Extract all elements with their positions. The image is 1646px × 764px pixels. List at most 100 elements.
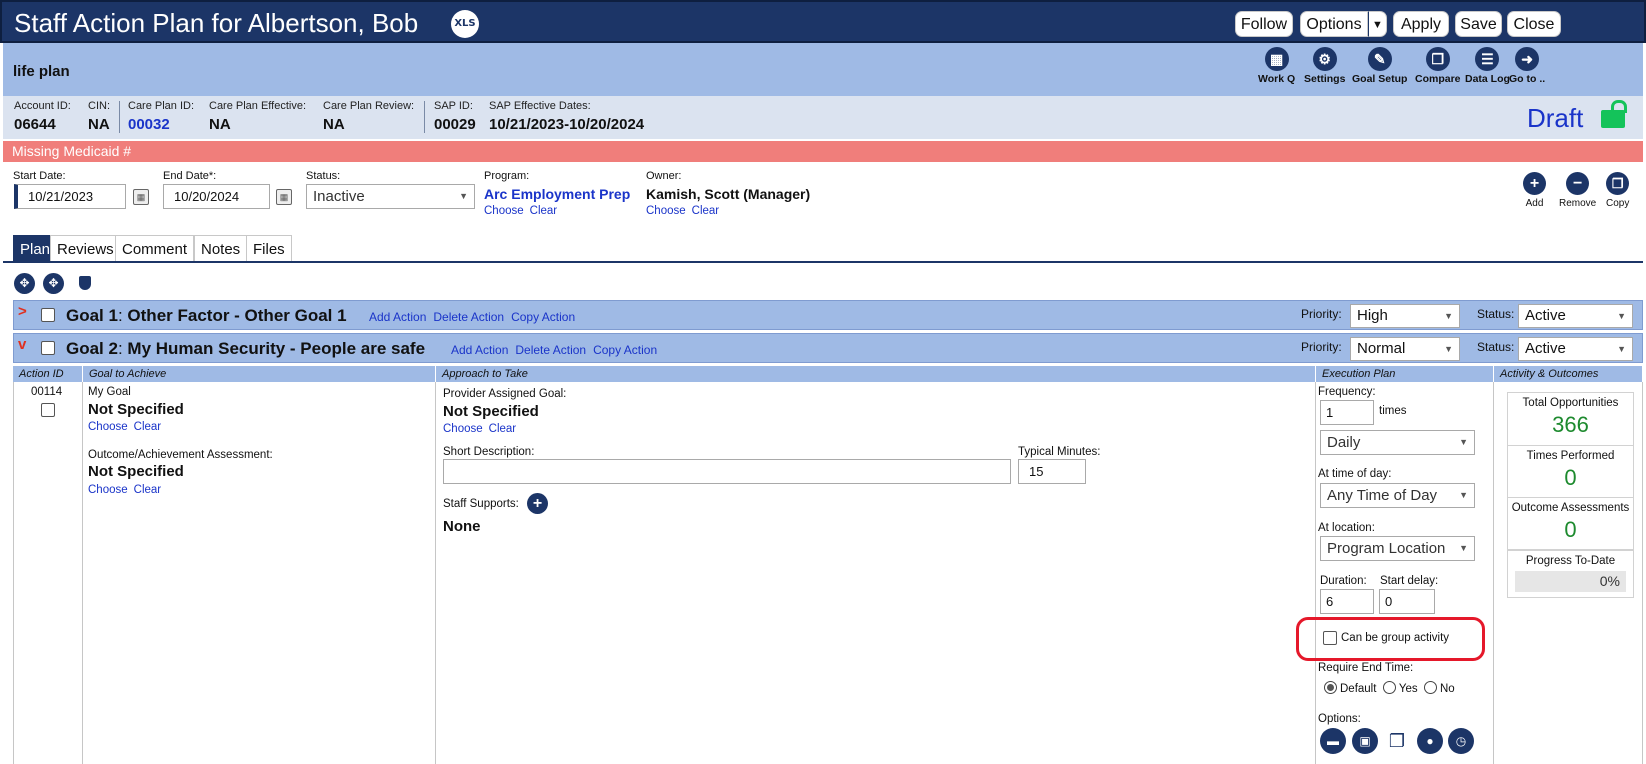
add-button[interactable]: + Add	[1523, 172, 1546, 209]
copy-icon[interactable]: ❐	[1384, 728, 1410, 754]
my-goal-choose-link[interactable]: Choose	[88, 421, 128, 433]
go-to-tool[interactable]: ➜ Go to ..	[1509, 47, 1545, 85]
status-select[interactable]: Inactive ▼	[306, 184, 475, 209]
my-goal-clear-link[interactable]: Clear	[134, 421, 161, 433]
add-action-link[interactable]: Add Action	[451, 343, 508, 357]
tab-comment[interactable]: Comment	[115, 235, 195, 262]
calendar-icon[interactable]: ▦	[276, 189, 292, 205]
shield-icon[interactable]	[79, 276, 91, 290]
time-of-day-select[interactable]: Any Time of Day ▼	[1320, 483, 1475, 508]
cin: CIN: NA	[88, 100, 110, 133]
status-label: Status:	[1477, 307, 1515, 321]
copy-button[interactable]: ❐ Copy	[1606, 172, 1629, 209]
expand-all-icon[interactable]: ✥	[14, 273, 35, 294]
divider	[424, 101, 425, 133]
list-icon: ☰	[1475, 47, 1500, 71]
start-delay-input[interactable]: 0	[1379, 589, 1435, 614]
times-label: times	[1379, 405, 1407, 417]
column-header-approach: Approach to Take	[436, 366, 1316, 382]
frequency-input[interactable]: 1	[1320, 400, 1374, 425]
tab-notes[interactable]: Notes	[194, 235, 248, 262]
calendar-icon[interactable]: ▦	[133, 189, 149, 205]
care-plan-effective: Care Plan Effective: NA	[209, 100, 307, 133]
duration-input[interactable]: 6	[1320, 589, 1374, 614]
total-opportunities-card: Total Opportunities 366	[1507, 392, 1634, 447]
chevron-down-icon: ▼	[1617, 344, 1626, 354]
radio-no[interactable]	[1423, 681, 1437, 694]
draft-status: Draft	[1527, 103, 1584, 133]
transport-icon[interactable]: ▬	[1320, 728, 1346, 754]
options-button[interactable]: Options	[1300, 11, 1368, 37]
apply-button[interactable]: Apply	[1393, 11, 1449, 37]
person-icon[interactable]: ●	[1417, 728, 1443, 754]
chevron-down-icon[interactable]: v	[18, 336, 26, 353]
goal-2-priority-select[interactable]: Normal ▼	[1350, 337, 1460, 361]
goal-2-checkbox[interactable]	[41, 341, 55, 355]
goal-1-actions: Add Action Delete Action Copy Action	[369, 310, 582, 324]
provider-goal-choose-link[interactable]: Choose	[443, 423, 483, 435]
unlock-icon[interactable]	[1601, 100, 1627, 128]
goal-1-priority-select[interactable]: High ▼	[1350, 304, 1460, 328]
close-button[interactable]: Close	[1507, 11, 1561, 37]
start-date-input[interactable]: 10/21/2023	[14, 184, 126, 209]
delete-action-link[interactable]: Delete Action	[515, 343, 586, 357]
work-queue-tool[interactable]: ▦ Work Q	[1258, 47, 1295, 85]
program-link[interactable]: Arc Employment Prep	[484, 186, 630, 202]
image-icon[interactable]: ▣	[1352, 728, 1378, 754]
radio-yes[interactable]	[1382, 681, 1396, 694]
clock-icon[interactable]: ◷	[1448, 728, 1474, 754]
tab-reviews[interactable]: Reviews	[50, 235, 121, 262]
outcome-choose-link[interactable]: Choose	[88, 484, 128, 496]
delete-action-link[interactable]: Delete Action	[433, 310, 504, 324]
program-label: Program:	[484, 170, 530, 182]
chevron-down-icon: ▼	[1617, 311, 1626, 321]
owner-clear-link[interactable]: Clear	[692, 205, 719, 217]
program-clear-link[interactable]: Clear	[530, 205, 557, 217]
goal-1-checkbox[interactable]	[41, 308, 55, 322]
sap-id: SAP ID: 00029	[434, 100, 476, 133]
typical-minutes-label: Typical Minutes:	[1018, 446, 1101, 458]
status-label: Status:	[1477, 340, 1515, 354]
goal-setup-tool[interactable]: ✎ Goal Setup	[1352, 47, 1407, 85]
my-goal-value: Not Specified	[88, 401, 184, 418]
require-end-time-label: Require End Time:	[1318, 662, 1414, 674]
goal-1-status-select[interactable]: Active ▼	[1518, 304, 1633, 328]
location-select[interactable]: Program Location ▼	[1320, 536, 1475, 561]
outcome-clear-link[interactable]: Clear	[134, 484, 161, 496]
period-select[interactable]: Daily ▼	[1320, 430, 1475, 455]
add-staff-support-icon[interactable]: +	[527, 493, 548, 514]
radio-default[interactable]	[1324, 681, 1337, 694]
copy-action-link[interactable]: Copy Action	[593, 343, 657, 357]
owner-choose-link[interactable]: Choose	[646, 205, 686, 217]
data-log-tool[interactable]: ☰ Data Log	[1465, 47, 1510, 85]
add-action-link[interactable]: Add Action	[369, 310, 426, 324]
column-goal	[83, 382, 436, 764]
chevron-right-icon[interactable]: >	[18, 303, 27, 320]
chevron-down-icon: ▼	[1459, 490, 1468, 500]
action-checkbox[interactable]	[41, 403, 55, 417]
collapse-all-icon[interactable]: ✥	[43, 273, 64, 294]
xls-export-icon[interactable]: XLS	[451, 10, 479, 38]
typical-minutes-input[interactable]: 15	[1018, 459, 1086, 484]
tab-files[interactable]: Files	[246, 235, 292, 262]
remove-button[interactable]: − Remove	[1559, 172, 1596, 209]
goal-2-status-select[interactable]: Active ▼	[1518, 337, 1633, 361]
settings-tool[interactable]: ⚙ Settings	[1304, 47, 1345, 85]
plan-title: life plan	[13, 63, 70, 80]
column-approach	[436, 382, 1316, 764]
short-description-input[interactable]	[443, 459, 1011, 484]
provider-goal-clear-link[interactable]: Clear	[489, 423, 516, 435]
compare-tool[interactable]: ❐ Compare	[1415, 47, 1461, 85]
exit-icon: ➜	[1515, 47, 1540, 71]
action-id-value: 00114	[31, 386, 63, 398]
save-button[interactable]: Save	[1455, 11, 1502, 37]
progress-bar: 0%	[1515, 571, 1626, 592]
gear-icon: ⚙	[1312, 47, 1337, 71]
program-choose-link[interactable]: Choose	[484, 205, 524, 217]
care-plan-id-link[interactable]: 00032	[128, 116, 194, 133]
copy-action-link[interactable]: Copy Action	[511, 310, 575, 324]
follow-button[interactable]: Follow	[1235, 11, 1293, 37]
options-dropdown-icon[interactable]: ▼	[1368, 11, 1387, 37]
column-header-action-id: Action ID	[13, 366, 83, 382]
end-date-input[interactable]: 10/20/2024	[163, 184, 270, 209]
